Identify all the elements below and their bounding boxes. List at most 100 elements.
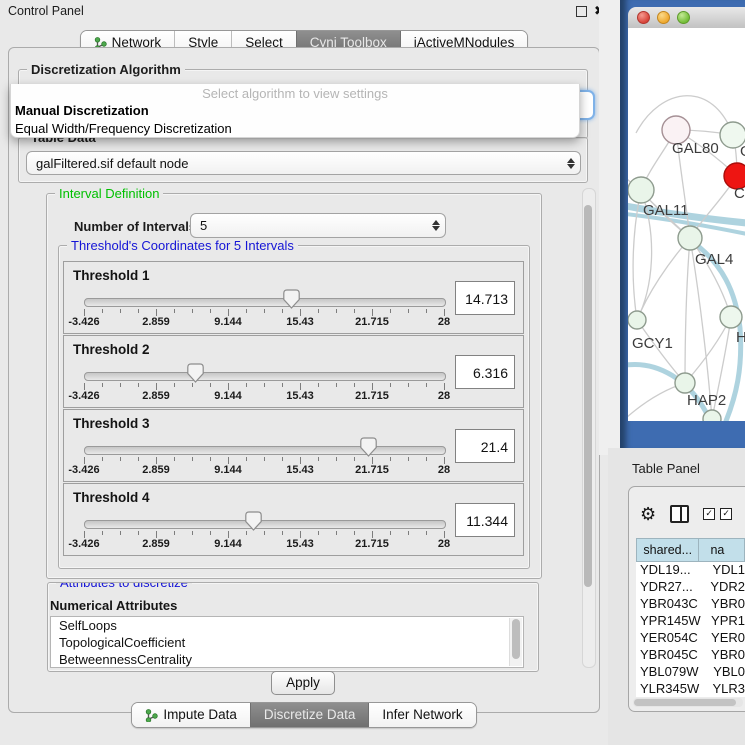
slider-tick (228, 457, 229, 464)
slider-tick (246, 531, 247, 535)
network-edge[interactable] (637, 238, 690, 320)
slider-track[interactable] (84, 372, 446, 381)
gear-icon[interactable]: ⚙ (640, 504, 656, 524)
node-label: GAL4 (695, 251, 733, 268)
table-row[interactable]: YDR27...YDR2 (636, 579, 745, 596)
node-label: GAL11 (643, 202, 689, 219)
network-node[interactable] (703, 410, 721, 421)
slider-thumb[interactable] (187, 363, 204, 383)
cell-shared-name: YBR043C (636, 596, 711, 613)
slider-tick (300, 383, 301, 390)
threshold-value-field[interactable]: 14.713 (455, 281, 515, 315)
combobox-spinner-icon[interactable] (562, 158, 580, 169)
slider-tick (426, 457, 427, 461)
threshold-value-field[interactable]: 21.4 (455, 429, 515, 463)
node-label: GCY1 (632, 335, 673, 352)
number-of-intervals-label: Number of Intervals (74, 219, 196, 234)
column-header-na[interactable]: na (699, 538, 745, 562)
threshold-value-field[interactable]: 11.344 (455, 503, 515, 537)
slider-thumb[interactable] (283, 289, 300, 309)
table-row[interactable]: YBR045CYBR0 (636, 647, 745, 664)
slider-tick (84, 383, 85, 390)
panel-scrollbar[interactable] (582, 188, 596, 668)
table-row[interactable]: YDL19...YDL1 (636, 562, 745, 579)
attribute-item-betweennesscentrality[interactable]: BetweennessCentrality (51, 651, 523, 668)
dropdown-item-equal-width-frequency-discretization[interactable]: Equal Width/Frequency Discretization (11, 120, 579, 138)
network-node-hap2[interactable] (675, 373, 695, 393)
slider-tick-label: 2.859 (142, 390, 170, 402)
network-window-titlebar[interactable] (628, 7, 745, 29)
slider-tick (372, 457, 373, 464)
minimize-traffic-light-icon[interactable] (657, 11, 670, 24)
split-columns-icon[interactable] (670, 505, 689, 523)
slider-tick-label: 21.715 (355, 316, 389, 328)
slider-tick (408, 457, 409, 461)
network-node-gcy1[interactable] (628, 311, 646, 329)
slider-track[interactable] (84, 520, 446, 529)
dropdown-item-manual-discretization[interactable]: Manual Discretization (11, 102, 579, 120)
table-data-value: galFiltered.sif default node (27, 156, 562, 171)
slider-tick (192, 531, 193, 535)
cell-shared-name: YBR045C (636, 647, 711, 664)
control-panel-titlebar: Control Panel ✖ (0, 0, 608, 22)
cell-name: YLR3 (712, 681, 745, 697)
slider-track[interactable] (84, 446, 446, 455)
cell-name: YBL0 (713, 664, 745, 681)
table-row[interactable]: YER054CYER0 (636, 630, 745, 647)
slider-tick (390, 531, 391, 535)
attribute-item-topologicalcoefficient[interactable]: TopologicalCoefficient (51, 634, 523, 651)
threshold-value-field[interactable]: 6.316 (455, 355, 515, 389)
close-traffic-light-icon[interactable] (637, 11, 650, 24)
checkbox-icon[interactable]: ✓ (720, 508, 732, 520)
attribute-item-selfloops[interactable]: SelfLoops (51, 617, 523, 634)
slider-tick-label: 28 (438, 538, 450, 550)
slider-tick-label: 28 (438, 464, 450, 476)
node-label: HAP2 (687, 392, 726, 409)
list-scrollbar[interactable] (509, 618, 522, 666)
cell-shared-name: YPR145W (636, 613, 711, 630)
slider-tick (192, 309, 193, 313)
tab-infer-network[interactable]: Infer Network (368, 703, 475, 727)
network-canvas[interactable]: GAL80GACGAL11GAL4GCY1HHAP2 (628, 28, 745, 421)
table-row[interactable]: YPR145WYPR1 (636, 613, 745, 630)
slider-tick-label: -3.426 (68, 316, 99, 328)
slider-tick (372, 309, 373, 316)
network-node-gal4[interactable] (678, 226, 702, 250)
network-edge[interactable] (685, 238, 690, 383)
table-row[interactable]: YBR043CYBR0 (636, 596, 745, 613)
cell-name: YDL1 (712, 562, 745, 579)
panel-divider[interactable] (599, 0, 620, 455)
table-data-combobox[interactable]: galFiltered.sif default node (26, 151, 581, 175)
threshold-label: Threshold 2 (73, 342, 150, 357)
slider-tick (282, 457, 283, 461)
slider-track[interactable] (84, 298, 446, 307)
slider-tick (138, 457, 139, 461)
slider-tick (210, 383, 211, 387)
table-row[interactable]: YBL079WYBL0 (636, 664, 745, 681)
checkbox-icon[interactable]: ✓ (703, 508, 715, 520)
apply-button[interactable]: Apply (271, 671, 335, 695)
table-row[interactable]: YLR345WYLR3 (636, 681, 745, 697)
combobox-spinner-icon[interactable] (427, 220, 445, 231)
slider-tick (390, 457, 391, 461)
zoom-traffic-light-icon[interactable] (677, 11, 690, 24)
table-panel-toolbar: ⚙ ✓ ✓ (640, 503, 732, 525)
column-header-shared[interactable]: shared... (636, 538, 699, 562)
table-horizontal-scrollbar[interactable] (633, 698, 743, 707)
float-window-icon[interactable] (576, 6, 587, 17)
slider-tick (210, 457, 211, 461)
slider-thumb[interactable] (360, 437, 377, 457)
number-of-intervals-combobox[interactable]: 5 (190, 213, 446, 238)
tab-impute-data[interactable]: Impute Data (132, 703, 250, 727)
slider-thumb[interactable] (245, 511, 262, 531)
network-node-gal11[interactable] (628, 177, 654, 203)
threshold-row-1: Threshold 1-3.4262.8599.14415.4321.71528… (63, 261, 524, 334)
slider-tick (120, 531, 121, 535)
slider-tick-label: 15.43 (286, 464, 314, 476)
cell-name: YDR2 (710, 579, 745, 596)
slider-tick (84, 457, 85, 464)
slider-tick (138, 309, 139, 313)
tab-discretize-data[interactable]: Discretize Data (250, 703, 369, 727)
numerical-attributes-list[interactable]: SelfLoopsTopologicalCoefficientBetweenne… (50, 616, 524, 668)
network-node-h[interactable] (720, 306, 742, 328)
